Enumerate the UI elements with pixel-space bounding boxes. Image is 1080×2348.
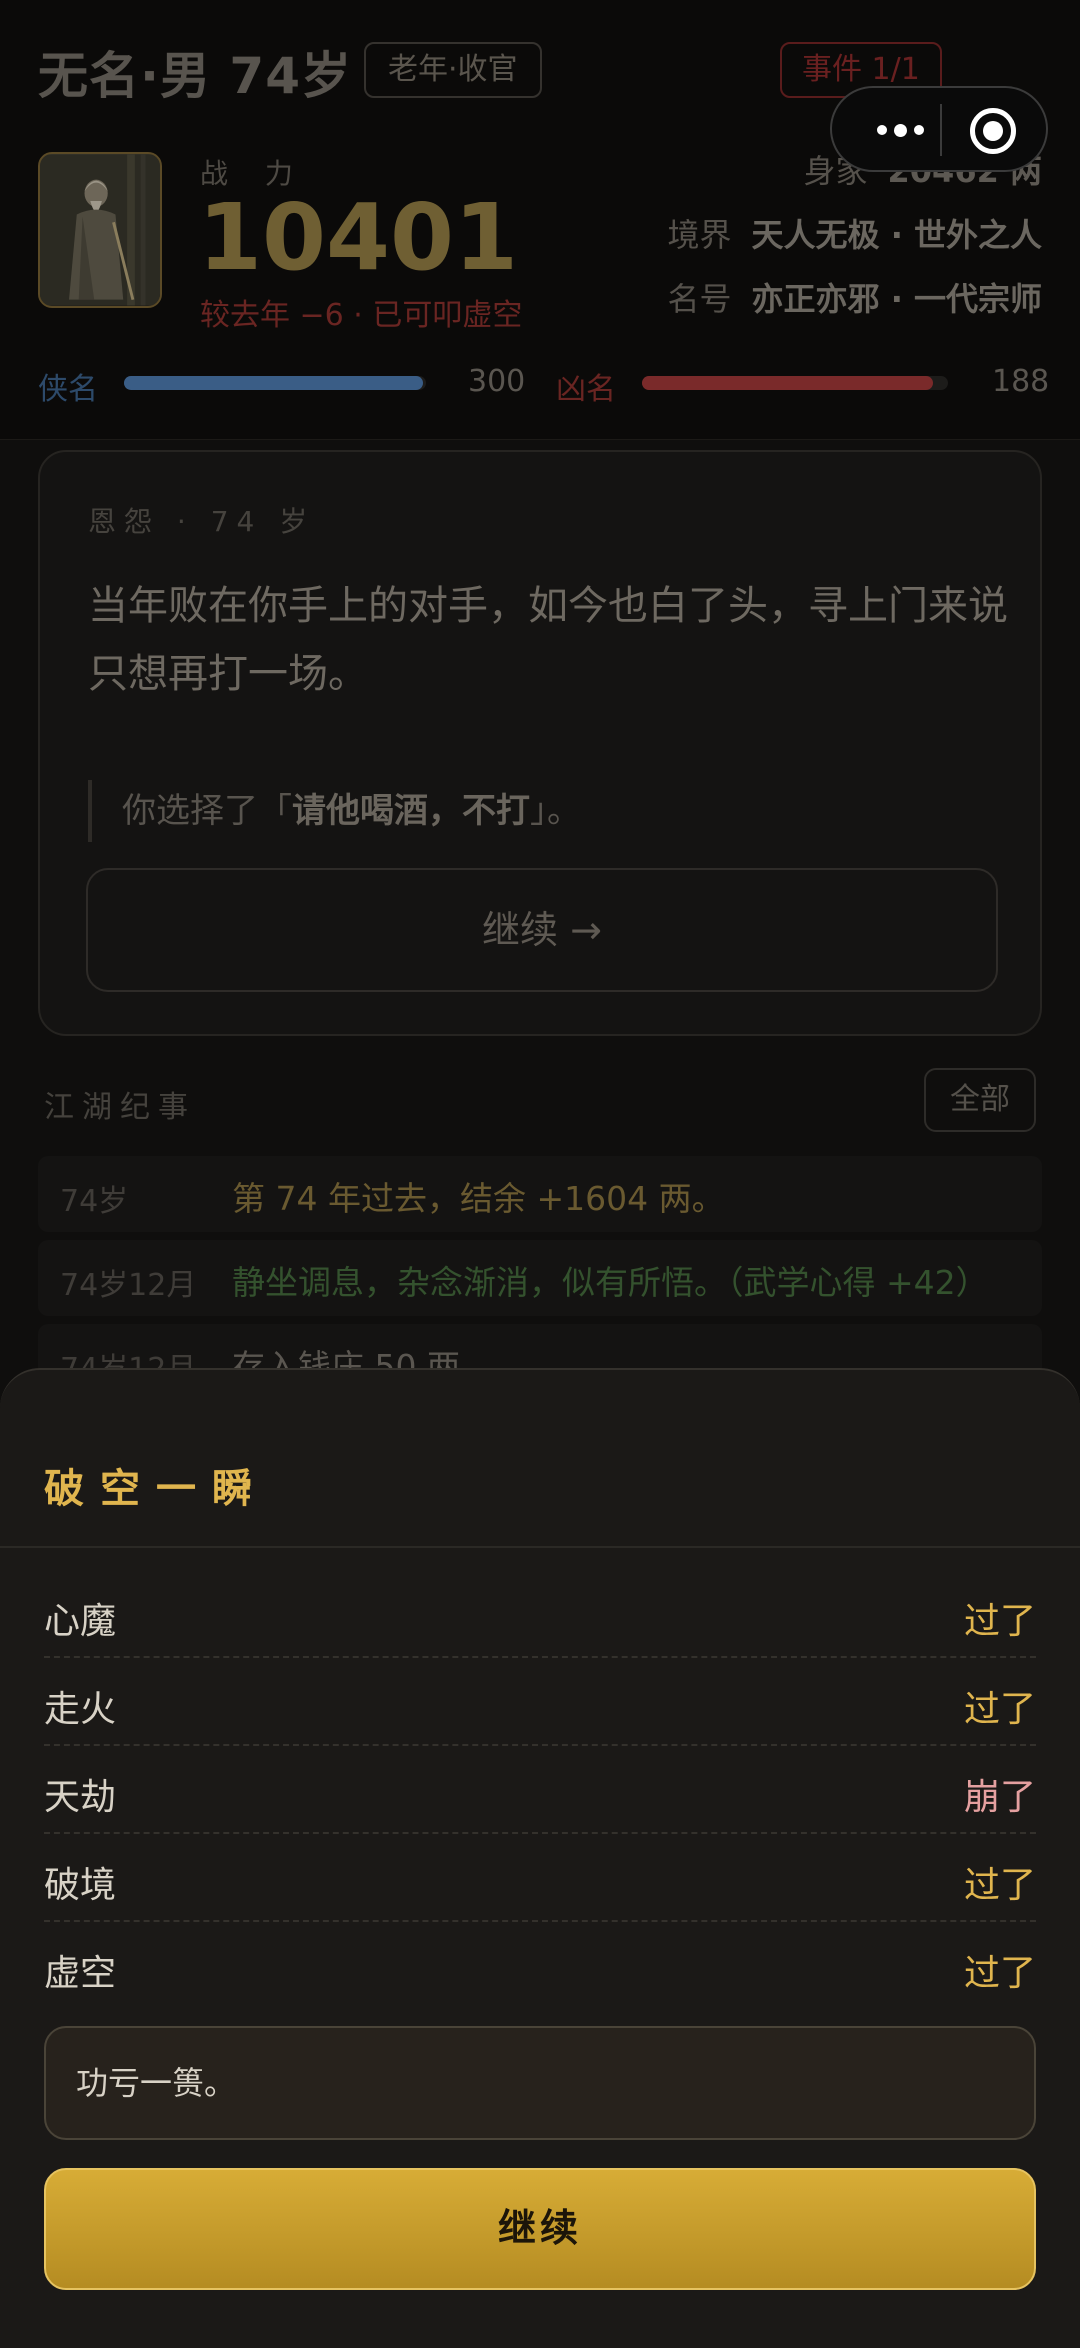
title-row: 名号 亦正亦邪 · 一代宗师 — [668, 274, 1042, 320]
title-value: 亦正亦邪 · 一代宗师 — [751, 280, 1042, 318]
life-stage-badge: 老年·收官 — [364, 42, 542, 98]
check-row-zouhuo: 走火 过了 — [44, 1658, 1036, 1746]
character-avatar[interactable] — [38, 152, 162, 308]
check-result: 过了 — [963, 1689, 1036, 1730]
check-label: 走火 — [44, 1689, 117, 1730]
chronicle-title: 江湖纪事 — [44, 1090, 196, 1125]
event-text: 当年败在你手上的对手，如今也白了头，寻上门来说只想再打一场。 — [88, 583, 1008, 697]
power-delta: 较去年 −6 · 已可叩虚空 — [200, 298, 523, 333]
check-label: 天劫 — [44, 1777, 117, 1818]
event-tag: 恩怨 · 74 岁 — [88, 505, 316, 538]
hero-fame-bar — [124, 376, 426, 390]
title-key: 名号 — [667, 280, 732, 318]
breakthrough-sheet: 破空一瞬 心魔 过了 走火 过了 天劫 崩了 破境 过了 虚空 过了 功亏一篑。… — [0, 1368, 1080, 2348]
log-text: 静坐调息，杂念渐消，似有所悟。（武学心得 +42） — [232, 1263, 989, 1302]
realm-key: 境界 — [667, 216, 732, 254]
check-result: 过了 — [963, 1865, 1036, 1906]
character-name: 无名·男 74岁 — [38, 47, 352, 105]
sheet-divider — [0, 1546, 1080, 1548]
event-card: 恩怨 · 74 岁 当年败在你手上的对手，如今也白了头，寻上门来说只想再打一场。… — [38, 450, 1042, 1036]
choice-bold: 请他喝酒，不打 — [292, 791, 530, 831]
power-value: 10401 — [198, 184, 519, 291]
target-icon[interactable] — [970, 108, 1016, 154]
check-row-pojing: 破境 过了 — [44, 1834, 1036, 1922]
check-result: 崩了 — [963, 1777, 1036, 1818]
choice-suffix: 」。 — [530, 791, 581, 831]
villain-fame-value: 188 — [992, 364, 1050, 399]
villain-fame-bar — [642, 376, 948, 390]
realm-row: 境界 天人无极 · 世外之人 — [668, 210, 1042, 256]
status-header: 无名·男 74岁 老年·收官 事件 1/1 战 力 10401 较去年 −6 ·… — [0, 0, 1080, 440]
sheet-title: 破空一瞬 — [44, 1466, 268, 1512]
event-continue-button[interactable]: 继续 → — [86, 868, 998, 992]
log-age: 74岁 — [60, 1184, 129, 1219]
capsule-divider — [940, 104, 942, 156]
list-item: 74岁 第 74 年过去，结余 +1604 两。 — [38, 1156, 1042, 1232]
log-age: 74岁12月 — [60, 1268, 197, 1303]
check-row-xukong: 虚空 过了 — [44, 1922, 1036, 2010]
villain-fame-label: 凶名 — [556, 372, 616, 407]
check-row-xinmo: 心魔 过了 — [44, 1570, 1036, 1658]
hero-fame-label: 侠名 — [38, 372, 98, 407]
check-result: 过了 — [963, 1601, 1036, 1642]
list-item: 74岁12月 静坐调息，杂念渐消，似有所悟。（武学心得 +42） — [38, 1240, 1042, 1316]
hero-fame-fill — [124, 376, 423, 390]
continue-button[interactable]: 继续 — [44, 2168, 1036, 2290]
more-dots-icon[interactable] — [860, 104, 940, 156]
check-label: 破境 — [44, 1865, 117, 1906]
chronicle-all-button[interactable]: 全部 — [924, 1068, 1036, 1132]
verdict-box: 功亏一篑。 — [44, 2026, 1036, 2140]
hero-fame-value: 300 — [468, 364, 526, 399]
check-label: 虚空 — [44, 1953, 117, 1994]
log-text: 第 74 年过去，结余 +1604 两。 — [232, 1179, 725, 1218]
choice-prefix: 你选择了「 — [122, 791, 292, 831]
check-result: 过了 — [963, 1953, 1036, 1994]
villain-fame-fill — [642, 376, 933, 390]
chosen-option: 你选择了「请他喝酒，不打」。 — [88, 780, 581, 842]
check-label: 心魔 — [44, 1601, 117, 1642]
old-swordsman-portrait — [40, 154, 160, 306]
realm-value: 天人无极 · 世外之人 — [751, 216, 1042, 254]
check-row-tianjie: 天劫 崩了 — [44, 1746, 1036, 1834]
miniprogram-capsule — [830, 86, 1048, 172]
